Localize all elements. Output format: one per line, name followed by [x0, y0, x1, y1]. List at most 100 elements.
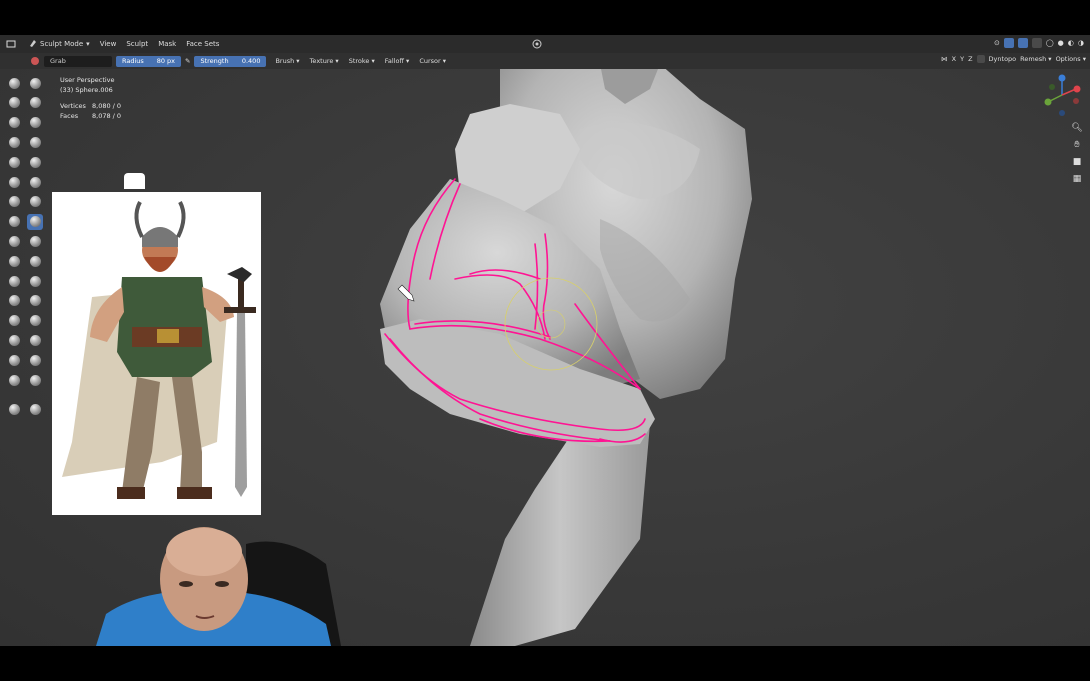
cursor-dropdown[interactable]: Cursor ▾	[419, 57, 446, 65]
menu-face-sets[interactable]: Face Sets	[181, 40, 224, 48]
3d-viewport[interactable]: User Perspective (33) Sphere.006 Vertice…	[0, 69, 1090, 646]
sculpt-tool-button[interactable]	[27, 253, 43, 269]
radius-value: 80 px	[156, 57, 175, 65]
gizmo-toggle[interactable]	[1003, 38, 1014, 48]
brush-icon	[8, 156, 20, 168]
letterbox-top	[0, 0, 1090, 35]
menu-view[interactable]: View	[95, 40, 122, 48]
menu-sculpt[interactable]: Sculpt	[121, 40, 153, 48]
mode-label: Sculpt Mode	[40, 40, 84, 48]
brush-icon	[8, 404, 20, 416]
brush-icon	[8, 255, 20, 267]
overlay-toggle[interactable]	[1017, 38, 1028, 48]
brush-icon	[29, 97, 41, 109]
brush-icon	[8, 97, 20, 109]
stroke-dropdown[interactable]: Stroke ▾	[349, 57, 375, 65]
sculpt-tool-button[interactable]	[6, 95, 22, 111]
sculpt-tool-button[interactable]	[27, 352, 43, 368]
brush-icon	[29, 136, 41, 148]
grid-icon[interactable]: ▦	[1071, 173, 1083, 185]
sculpt-tool-button[interactable]	[6, 214, 22, 230]
visibility-icon[interactable]: ⊙	[994, 39, 1000, 47]
sculpt-tool-button[interactable]	[6, 402, 22, 418]
camera-icon[interactable]: ■	[1071, 156, 1083, 168]
sculpt-tool-button[interactable]	[6, 332, 22, 348]
options-dropdown[interactable]: Options ▾	[1056, 55, 1086, 63]
brush-icon	[8, 216, 20, 228]
faces-label: Faces	[60, 112, 79, 120]
symmetry-z[interactable]: Z	[968, 55, 972, 63]
sculpt-tool-button[interactable]	[27, 372, 43, 388]
sculpt-tool-button[interactable]	[6, 253, 22, 269]
falloff-dropdown[interactable]: Falloff ▾	[385, 57, 410, 65]
pressure-icon[interactable]: ✎	[185, 57, 190, 65]
brush-icon	[8, 334, 20, 346]
remesh-dropdown[interactable]: Remesh ▾	[1020, 55, 1051, 63]
shading-solid-icon[interactable]: ●	[1058, 39, 1064, 47]
symmetry-dyntopo-controls: ⋈ X Y Z Dyntopo Remesh ▾ Options ▾	[941, 55, 1086, 63]
texture-dropdown[interactable]: Texture ▾	[310, 57, 339, 65]
radius-slider[interactable]: Radius 80 px	[116, 55, 181, 67]
brush-icon	[29, 315, 41, 327]
sculpt-tool-button[interactable]	[6, 194, 22, 210]
header-bar: Sculpt Mode ▾ View Sculpt Mask Face Sets…	[0, 35, 1090, 53]
sculpt-tool-button[interactable]	[27, 213, 43, 230]
chevron-down-icon: ▾	[86, 40, 90, 48]
sculpt-tool-button[interactable]	[6, 352, 22, 368]
sculpt-tool-button[interactable]	[27, 194, 43, 210]
brush-icon	[29, 354, 41, 366]
transform-pivot-icon[interactable]	[532, 39, 542, 51]
sculpt-tool-button[interactable]	[27, 402, 43, 418]
sculpt-tool-button[interactable]	[6, 134, 22, 150]
sculpt-tool-button[interactable]	[6, 273, 22, 289]
sculpt-tool-button[interactable]	[6, 154, 22, 170]
sculpt-tool-button[interactable]	[27, 233, 43, 249]
dyntopo-label[interactable]: Dyntopo	[989, 55, 1017, 63]
sculpt-tool-button[interactable]	[6, 75, 22, 91]
zoom-icon[interactable]: 🔍︎	[1071, 122, 1083, 134]
navigation-gizmo[interactable]	[1040, 73, 1084, 117]
menu-mask[interactable]: Mask	[153, 40, 181, 48]
brush-dropdown[interactable]: Brush ▾	[275, 57, 299, 65]
reference-handle-icon[interactable]	[124, 173, 145, 189]
brush-icon	[29, 275, 41, 287]
sculpt-tool-button[interactable]	[27, 313, 43, 329]
symmetry-y[interactable]: Y	[960, 55, 964, 63]
shading-material-icon[interactable]: ◐	[1068, 39, 1074, 47]
shading-wireframe-icon[interactable]: ◯	[1046, 39, 1054, 47]
brush-icon	[29, 156, 41, 168]
sculpt-tool-button[interactable]	[6, 372, 22, 388]
sculpt-tool-button[interactable]	[6, 313, 22, 329]
brush-icon	[29, 216, 41, 228]
sculpt-tool-button[interactable]	[27, 134, 43, 150]
sculpt-tool-button[interactable]	[27, 293, 43, 309]
sculpt-tool-button[interactable]	[27, 95, 43, 111]
shading-rendered-icon[interactable]: ◑	[1078, 39, 1084, 47]
dyntopo-checkbox[interactable]	[976, 55, 985, 63]
sculpt-tool-button[interactable]	[27, 332, 43, 348]
sculpt-tool-button[interactable]	[27, 154, 43, 170]
viking-reference-illustration	[62, 201, 256, 499]
sculpt-tool-button[interactable]	[27, 75, 43, 91]
brush-icon[interactable]	[30, 56, 40, 66]
sculpt-tool-button[interactable]	[27, 115, 43, 131]
xray-toggle[interactable]	[1031, 38, 1042, 48]
sculpt-tool-button[interactable]	[27, 174, 43, 190]
brush-icon	[29, 334, 41, 346]
sculpt-tool-button[interactable]	[6, 174, 22, 190]
sculpt-tool-button[interactable]	[6, 233, 22, 249]
brush-name-field[interactable]: Grab	[44, 55, 112, 67]
webcam-overlay	[96, 524, 341, 646]
brush-icon	[8, 295, 20, 307]
active-object-name: (33) Sphere.006	[60, 86, 113, 94]
sculpt-tool-button[interactable]	[6, 293, 22, 309]
sculpt-tool-button[interactable]	[6, 115, 22, 131]
brush-icon	[8, 315, 20, 327]
editor-type-icon[interactable]	[6, 39, 16, 49]
hand-icon[interactable]: ✋︎	[1071, 139, 1083, 151]
brush-icon	[8, 136, 20, 148]
strength-slider[interactable]: Strength 0.400	[194, 55, 267, 67]
sculpt-tool-button[interactable]	[27, 273, 43, 289]
mode-selector[interactable]: Sculpt Mode ▾	[24, 38, 95, 50]
symmetry-x[interactable]: X	[952, 55, 956, 63]
